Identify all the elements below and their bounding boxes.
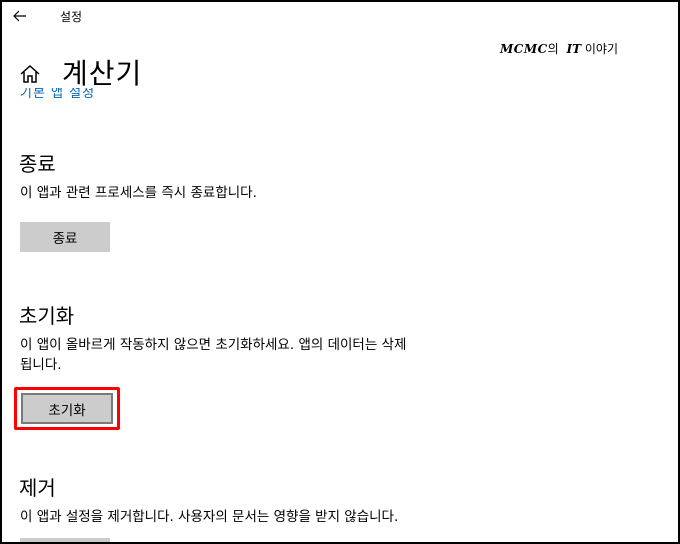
- watermark-brand: MCMC: [500, 42, 548, 56]
- uninstall-heading: 제거: [19, 476, 56, 500]
- uninstall-button[interactable]: [20, 538, 110, 542]
- home-icon[interactable]: [18, 62, 42, 86]
- terminate-heading: 종료: [19, 152, 56, 176]
- page-header: 계산기: [18, 54, 142, 90]
- reset-description-line1: 이 앱이 올바르게 작동하지 않으면 초기화하세요. 앱의 데이터는 삭제: [20, 337, 407, 353]
- arrow-left-icon: [13, 10, 26, 22]
- window-title: 설정: [60, 10, 83, 24]
- reset-button[interactable]: 초기화: [21, 393, 113, 424]
- uninstall-description: 이 앱과 설정을 제거합니다. 사용자의 문서는 영향을 받지 않습니다.: [20, 509, 399, 525]
- watermark-mid: 의: [547, 42, 563, 56]
- default-apps-link-label[interactable]: 기본 앱 설정: [20, 88, 95, 101]
- default-apps-link[interactable]: 기본 앱 설정: [20, 88, 220, 106]
- watermark-brand2: IT: [566, 42, 582, 56]
- reset-description-line2: 됩니다.: [20, 357, 62, 373]
- watermark: MCMC의 IT 이야기: [500, 40, 618, 57]
- settings-window: 설정 MCMC의 IT 이야기 계산기 기본 앱 설정 종료 이 앱과 관련 프…: [0, 0, 680, 544]
- watermark-tail: 이야기: [581, 42, 619, 56]
- back-button[interactable]: [10, 6, 30, 26]
- reset-heading: 초기화: [19, 304, 75, 328]
- page-title: 계산기: [62, 57, 143, 90]
- title-bar: 설정: [2, 2, 678, 32]
- terminate-button[interactable]: 종료: [20, 222, 110, 252]
- terminate-description: 이 앱과 관련 프로세스를 즉시 종료합니다.: [20, 185, 257, 201]
